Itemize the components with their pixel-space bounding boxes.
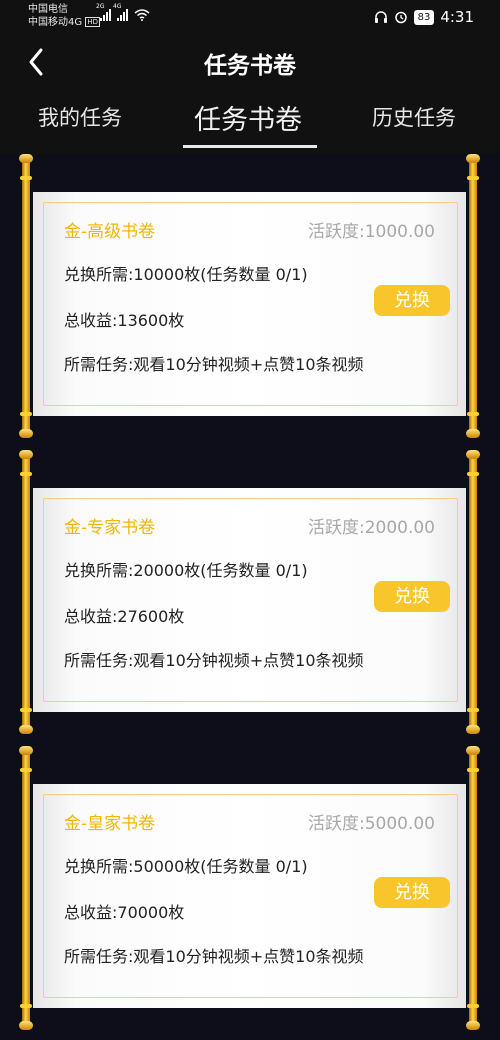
hd-badge: HD <box>85 17 100 27</box>
signal-2-icon: 4G <box>113 3 128 21</box>
total-income: 总收益:27600枚 <box>64 607 185 626</box>
redeem-button[interactable]: 兑换 <box>374 285 450 316</box>
redeem-button[interactable]: 兑换 <box>374 877 450 908</box>
clock: 4:31 <box>440 8 474 26</box>
scroll-rod-right <box>466 450 480 734</box>
scroll-rod-left <box>19 450 33 734</box>
scroll-paper: 金-皇家书卷 活跃度:5000.00 兑换所需:50000枚(任务数量 0/1)… <box>33 784 466 1008</box>
activity-value: 活跃度:2000.00 <box>307 518 435 538</box>
scroll-paper: 金-专家书卷 活跃度:2000.00 兑换所需:20000枚(任务数量 0/1)… <box>33 488 466 712</box>
signal-1-icon: 2G <box>96 3 111 21</box>
activity-value: 活跃度:1000.00 <box>307 222 435 242</box>
scroll-list[interactable]: 金-高级书卷 活跃度:1000.00 兑换所需:10000枚(任务数量 0/1)… <box>0 154 500 1040</box>
exchange-requirement: 兑换所需:20000枚(任务数量 0/1) <box>64 561 308 580</box>
carrier-info: 中国电信 中国移动4G HD <box>28 3 100 29</box>
signal-2-tag: 4G <box>113 3 122 10</box>
paper-frame: 金-专家书卷 活跃度:2000.00 兑换所需:20000枚(任务数量 0/1)… <box>43 498 458 702</box>
tab-task-scrolls[interactable]: 任务书卷 <box>194 98 302 137</box>
tab-my-tasks[interactable]: 我的任务 <box>38 102 122 132</box>
signal-indicators: 2G 4G <box>96 3 150 21</box>
required-task: 所需任务:观看10分钟视频+点赞10条视频 <box>64 651 364 670</box>
scroll-rod-right <box>466 746 480 1030</box>
header: 任务书卷 <box>0 36 500 88</box>
paper-frame: 金-高级书卷 活跃度:1000.00 兑换所需:10000枚(任务数量 0/1)… <box>43 202 458 406</box>
page-title: 任务书卷 <box>204 53 296 79</box>
status-bar: 中国电信 中国移动4G HD 2G 4G 83 4:31 <box>0 0 500 36</box>
status-right: 83 4:31 <box>374 8 474 26</box>
required-task: 所需任务:观看10分钟视频+点赞10条视频 <box>64 947 364 966</box>
scroll-rod-left <box>19 154 33 438</box>
active-tab-indicator <box>183 145 317 148</box>
scroll-card: 金-皇家书卷 活跃度:5000.00 兑换所需:50000枚(任务数量 0/1)… <box>0 746 500 1030</box>
scroll-paper: 金-高级书卷 活跃度:1000.00 兑换所需:10000枚(任务数量 0/1)… <box>33 192 466 416</box>
carrier-1: 中国电信 <box>28 4 68 15</box>
carrier-2: 中国移动4G <box>28 17 83 28</box>
scroll-rod-right <box>466 154 480 438</box>
wifi-icon <box>134 9 150 21</box>
scroll-card: 金-高级书卷 活跃度:1000.00 兑换所需:10000枚(任务数量 0/1)… <box>0 154 500 438</box>
total-income: 总收益:13600枚 <box>64 311 185 330</box>
exchange-requirement: 兑换所需:50000枚(任务数量 0/1) <box>64 857 308 876</box>
scroll-card: 金-专家书卷 活跃度:2000.00 兑换所需:20000枚(任务数量 0/1)… <box>0 450 500 734</box>
redeem-button[interactable]: 兑换 <box>374 581 450 612</box>
exchange-requirement: 兑换所需:10000枚(任务数量 0/1) <box>64 265 308 284</box>
screen: 中国电信 中国移动4G HD 2G 4G 83 4:31 任务书卷 我的任务 任… <box>0 0 500 1040</box>
card-title: 金-专家书卷 <box>64 518 156 538</box>
battery-indicator: 83 <box>413 9 435 25</box>
headphones-icon <box>374 11 387 23</box>
required-task: 所需任务:观看10分钟视频+点赞10条视频 <box>64 355 364 374</box>
total-income: 总收益:70000枚 <box>64 903 185 922</box>
scroll-rod-left <box>19 746 33 1030</box>
activity-value: 活跃度:5000.00 <box>307 814 435 834</box>
alarm-icon <box>394 11 407 24</box>
tab-history-tasks[interactable]: 历史任务 <box>372 102 456 132</box>
card-title: 金-皇家书卷 <box>64 814 156 834</box>
signal-1-tag: 2G <box>96 3 105 10</box>
card-title: 金-高级书卷 <box>64 222 156 242</box>
paper-frame: 金-皇家书卷 活跃度:5000.00 兑换所需:50000枚(任务数量 0/1)… <box>43 794 458 998</box>
